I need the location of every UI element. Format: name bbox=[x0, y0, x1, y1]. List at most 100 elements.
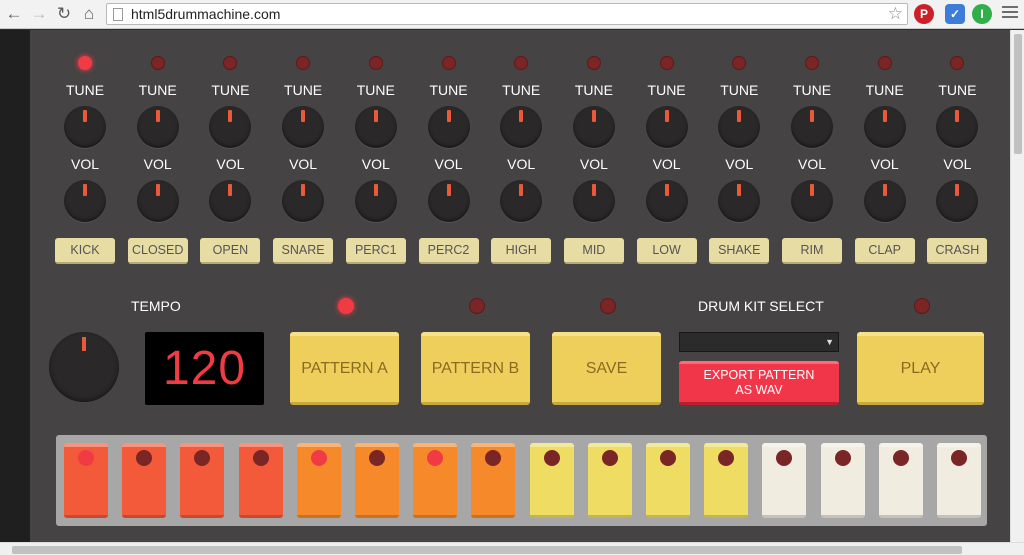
tune-label: TUNE bbox=[647, 82, 686, 98]
step-led bbox=[776, 450, 793, 466]
instrument-button-perc1[interactable]: PERC1 bbox=[345, 238, 406, 264]
instrument-button-mid[interactable]: MID bbox=[563, 238, 624, 264]
tune-label: TUNE bbox=[720, 82, 759, 98]
step-button[interactable] bbox=[471, 443, 516, 518]
vol-label: VOL bbox=[434, 156, 463, 172]
instrument-button-high[interactable]: HIGH bbox=[491, 238, 552, 264]
export-pattern-button[interactable]: EXPORT PATTERN AS WAV bbox=[679, 361, 839, 405]
url-text[interactable]: html5drummachine.com bbox=[131, 6, 280, 22]
tune-knob[interactable] bbox=[136, 106, 179, 148]
reload-icon[interactable]: ↻ bbox=[53, 3, 75, 25]
tempo-display: 120 bbox=[145, 332, 264, 405]
channel-led bbox=[586, 56, 601, 70]
vol-label: VOL bbox=[579, 156, 608, 172]
tune-knob[interactable] bbox=[64, 106, 106, 148]
instrument-button-crash[interactable]: CRASH bbox=[927, 238, 988, 264]
tune-knob[interactable] bbox=[645, 106, 688, 148]
instrument-button-rim[interactable]: RIM bbox=[782, 238, 842, 264]
tune-knob[interactable] bbox=[354, 106, 397, 148]
drum-machine-panel: TUNE VOL KICK TUNE VOL CLOSED TUNE VOL OPEN TUNE V… bbox=[30, 30, 1010, 542]
vertical-scrollbar[interactable] bbox=[1010, 30, 1024, 542]
tune-knob[interactable] bbox=[572, 106, 615, 148]
vol-label: VOL bbox=[943, 156, 972, 172]
tune-knob[interactable] bbox=[282, 106, 325, 148]
instrument-button-snare[interactable]: SNARE bbox=[273, 238, 334, 264]
channel-led bbox=[441, 56, 456, 70]
step-button[interactable] bbox=[878, 443, 923, 518]
tune-knob[interactable] bbox=[209, 106, 252, 148]
back-icon[interactable]: ← bbox=[3, 3, 25, 25]
pattern-b-button[interactable]: PATTERN B bbox=[421, 332, 530, 405]
instrument-button-open[interactable]: OPEN bbox=[200, 238, 261, 264]
home-icon[interactable]: ⌂ bbox=[78, 3, 100, 25]
vol-knob[interactable] bbox=[500, 180, 543, 222]
tune-knob[interactable] bbox=[863, 106, 906, 148]
horizontal-scroll-thumb[interactable] bbox=[12, 546, 962, 554]
step-button[interactable] bbox=[296, 443, 341, 518]
pattern-a-button[interactable]: PATTERN A bbox=[290, 332, 399, 405]
checkmark-extension-icon[interactable]: ✓ bbox=[945, 4, 965, 24]
step-button[interactable] bbox=[937, 443, 981, 518]
instrument-button-closed[interactable]: CLOSED bbox=[127, 238, 188, 264]
vol-knob[interactable] bbox=[791, 180, 833, 222]
vol-knob[interactable] bbox=[718, 180, 761, 222]
horizontal-scrollbar[interactable] bbox=[0, 542, 1024, 555]
play-button[interactable]: PLAY bbox=[857, 332, 984, 405]
drum-kit-select[interactable]: ▼ bbox=[679, 332, 839, 352]
drum-kit-select-label: DRUM KIT SELECT bbox=[698, 298, 824, 314]
step-button[interactable] bbox=[646, 443, 690, 518]
channel-led bbox=[296, 56, 311, 70]
vol-knob[interactable] bbox=[936, 180, 979, 222]
step-button[interactable] bbox=[355, 443, 399, 518]
tune-knob[interactable] bbox=[791, 106, 833, 148]
step-button[interactable] bbox=[704, 443, 749, 518]
pinterest-icon[interactable]: P bbox=[914, 4, 934, 24]
vol-knob[interactable] bbox=[64, 180, 106, 222]
instrument-button-shake[interactable]: SHAKE bbox=[709, 238, 770, 264]
tune-knob[interactable] bbox=[427, 106, 470, 148]
channel-led bbox=[805, 56, 819, 70]
vol-knob[interactable] bbox=[863, 180, 906, 222]
pattern-b-led bbox=[469, 298, 485, 314]
vertical-scroll-thumb[interactable] bbox=[1014, 34, 1022, 154]
step-button[interactable] bbox=[122, 443, 167, 518]
vol-label: VOL bbox=[143, 156, 172, 172]
tune-knob[interactable] bbox=[500, 106, 543, 148]
browser-menu-icon[interactable] bbox=[1002, 6, 1018, 18]
vol-label: VOL bbox=[652, 156, 681, 172]
step-button[interactable] bbox=[762, 443, 807, 518]
step-button[interactable] bbox=[529, 443, 574, 518]
vol-knob[interactable] bbox=[645, 180, 688, 222]
step-button[interactable] bbox=[413, 443, 458, 518]
address-bar[interactable]: html5drummachine.com ☆ bbox=[106, 3, 908, 25]
bookmark-star-icon[interactable]: ☆ bbox=[888, 4, 903, 24]
vol-knob[interactable] bbox=[572, 180, 615, 222]
tempo-knob[interactable] bbox=[49, 332, 119, 402]
vol-knob[interactable] bbox=[209, 180, 252, 222]
step-button[interactable] bbox=[64, 443, 108, 518]
tune-label: TUNE bbox=[574, 82, 613, 98]
step-button[interactable] bbox=[587, 443, 632, 518]
tune-label: TUNE bbox=[65, 82, 105, 98]
save-led bbox=[600, 298, 616, 314]
save-button[interactable]: SAVE bbox=[552, 332, 661, 405]
tune-knob[interactable] bbox=[718, 106, 761, 148]
tune-label: TUNE bbox=[938, 82, 977, 98]
step-button[interactable] bbox=[238, 443, 283, 518]
instrument-button-kick[interactable]: KICK bbox=[55, 238, 115, 264]
step-button[interactable] bbox=[820, 443, 865, 518]
vol-knob[interactable] bbox=[282, 180, 325, 222]
instrument-button-low[interactable]: LOW bbox=[636, 238, 697, 264]
vol-knob[interactable] bbox=[136, 180, 179, 222]
instrument-button-clap[interactable]: CLAP bbox=[854, 238, 915, 264]
step-led bbox=[834, 450, 851, 466]
page-icon bbox=[113, 7, 123, 21]
vol-knob[interactable] bbox=[427, 180, 470, 222]
vol-knob[interactable] bbox=[354, 180, 397, 222]
tune-knob[interactable] bbox=[936, 106, 979, 148]
forward-icon[interactable]: → bbox=[28, 3, 50, 25]
step-led bbox=[718, 450, 735, 466]
ig-extension-icon[interactable]: I bbox=[972, 4, 992, 24]
instrument-button-perc2[interactable]: PERC2 bbox=[418, 238, 479, 264]
step-button[interactable] bbox=[180, 443, 225, 518]
